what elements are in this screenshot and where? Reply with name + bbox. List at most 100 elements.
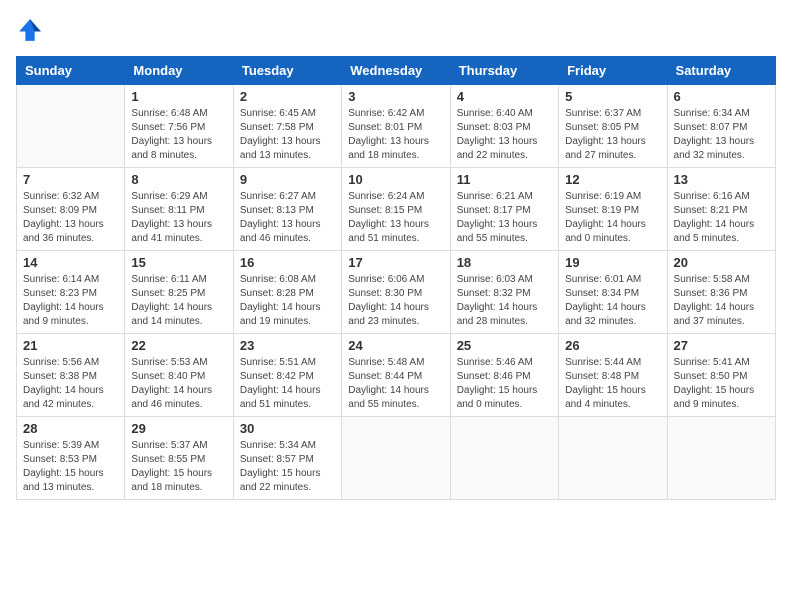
day-info: Sunrise: 6:14 AMSunset: 8:23 PMDaylight:… xyxy=(23,273,118,329)
day-info: Sunrise: 6:01 AMSunset: 8:34 PMDaylight:… xyxy=(565,273,660,329)
calendar-cell: 12Sunrise: 6:19 AMSunset: 8:19 PMDayligh… xyxy=(559,168,667,251)
calendar-table: SundayMondayTuesdayWednesdayThursdayFrid… xyxy=(16,56,776,500)
day-number: 2 xyxy=(240,89,335,104)
day-number: 11 xyxy=(457,172,552,187)
day-number: 19 xyxy=(565,255,660,270)
day-info: Sunrise: 5:56 AMSunset: 8:38 PMDaylight:… xyxy=(23,356,118,412)
day-info: Sunrise: 6:11 AMSunset: 8:25 PMDaylight:… xyxy=(131,273,226,329)
day-info: Sunrise: 5:48 AMSunset: 8:44 PMDaylight:… xyxy=(348,356,443,412)
calendar-cell: 5 Sunrise: 6:37 AMSunset: 8:05 PMDaylight… xyxy=(559,85,667,168)
day-number: 17 xyxy=(348,255,443,270)
day-info: Sunrise: 6:37 AMSunset: 8:05 PMDaylight:… xyxy=(565,107,660,163)
day-info: Sunrise: 6:21 AMSunset: 8:17 PMDaylight:… xyxy=(457,190,552,246)
calendar-cell: 11 Sunrise: 6:21 AMSunset: 8:17 PMDayligh… xyxy=(450,168,558,251)
day-info: Sunrise: 5:39 AMSunset: 8:53 PMDaylight:… xyxy=(23,439,118,495)
day-number: 4 xyxy=(457,89,552,104)
weekday-header: Tuesday xyxy=(233,57,341,85)
calendar-cell: 15 Sunrise: 6:11 AMSunset: 8:25 PMDayligh… xyxy=(125,251,233,334)
calendar-cell: 14 Sunrise: 6:14 AMSunset: 8:23 PMDayligh… xyxy=(17,251,125,334)
calendar-cell: 24 Sunrise: 5:48 AMSunset: 8:44 PMDayligh… xyxy=(342,334,450,417)
weekday-header: Wednesday xyxy=(342,57,450,85)
calendar-week-row: 21 Sunrise: 5:56 AMSunset: 8:38 PMDayligh… xyxy=(17,334,776,417)
day-info: Sunrise: 6:29 AMSunset: 8:11 PMDaylight:… xyxy=(131,190,226,246)
calendar-week-row: 1 Sunrise: 6:48 AMSunset: 7:56 PMDaylight… xyxy=(17,85,776,168)
calendar-cell xyxy=(17,85,125,168)
day-info: Sunrise: 6:34 AMSunset: 8:07 PMDaylight:… xyxy=(674,107,769,163)
day-info: Sunrise: 5:34 AMSunset: 8:57 PMDaylight:… xyxy=(240,439,335,495)
weekday-header: Friday xyxy=(559,57,667,85)
day-number: 9 xyxy=(240,172,335,187)
calendar-cell: 4 Sunrise: 6:40 AMSunset: 8:03 PMDaylight… xyxy=(450,85,558,168)
page-header xyxy=(16,16,776,44)
day-info: Sunrise: 6:42 AMSunset: 8:01 PMDaylight:… xyxy=(348,107,443,163)
day-info: Sunrise: 6:27 AMSunset: 8:13 PMDaylight:… xyxy=(240,190,335,246)
calendar-cell: 16Sunrise: 6:08 AMSunset: 8:28 PMDayligh… xyxy=(233,251,341,334)
day-number: 10 xyxy=(348,172,443,187)
calendar-cell: 2 Sunrise: 6:45 AMSunset: 7:58 PMDaylight… xyxy=(233,85,341,168)
calendar-cell: 8 Sunrise: 6:29 AMSunset: 8:11 PMDaylight… xyxy=(125,168,233,251)
day-info: Sunrise: 5:37 AMSunset: 8:55 PMDaylight:… xyxy=(131,439,226,495)
calendar-cell: 6 Sunrise: 6:34 AMSunset: 8:07 PMDaylight… xyxy=(667,85,775,168)
calendar-cell: 17 Sunrise: 6:06 AMSunset: 8:30 PMDayligh… xyxy=(342,251,450,334)
day-number: 27 xyxy=(674,338,769,353)
calendar-cell: 13 Sunrise: 6:16 AMSunset: 8:21 PMDayligh… xyxy=(667,168,775,251)
day-info: Sunrise: 6:48 AMSunset: 7:56 PMDaylight:… xyxy=(131,107,226,163)
calendar-cell: 25 Sunrise: 5:46 AMSunset: 8:46 PMDayligh… xyxy=(450,334,558,417)
logo-icon xyxy=(16,16,44,44)
calendar-cell xyxy=(667,417,775,500)
day-info: Sunrise: 6:40 AMSunset: 8:03 PMDaylight:… xyxy=(457,107,552,163)
calendar-cell: 10 Sunrise: 6:24 AMSunset: 8:15 PMDayligh… xyxy=(342,168,450,251)
calendar-cell: 27 Sunrise: 5:41 AMSunset: 8:50 PMDayligh… xyxy=(667,334,775,417)
day-number: 15 xyxy=(131,255,226,270)
day-number: 12 xyxy=(565,172,660,187)
calendar-cell: 18 Sunrise: 6:03 AMSunset: 8:32 PMDayligh… xyxy=(450,251,558,334)
day-number: 8 xyxy=(131,172,226,187)
day-number: 20 xyxy=(674,255,769,270)
calendar-cell: 26Sunrise: 5:44 AMSunset: 8:48 PMDayligh… xyxy=(559,334,667,417)
day-info: Sunrise: 5:46 AMSunset: 8:46 PMDaylight:… xyxy=(457,356,552,412)
day-number: 22 xyxy=(131,338,226,353)
day-info: Sunrise: 6:24 AMSunset: 8:15 PMDaylight:… xyxy=(348,190,443,246)
day-info: Sunrise: 5:44 AMSunset: 8:48 PMDaylight:… xyxy=(565,356,660,412)
day-number: 23 xyxy=(240,338,335,353)
day-number: 3 xyxy=(348,89,443,104)
day-number: 21 xyxy=(23,338,118,353)
calendar-cell: 22 Sunrise: 5:53 AMSunset: 8:40 PMDayligh… xyxy=(125,334,233,417)
calendar-cell xyxy=(450,417,558,500)
day-number: 1 xyxy=(131,89,226,104)
calendar-week-row: 7 Sunrise: 6:32 AMSunset: 8:09 PMDaylight… xyxy=(17,168,776,251)
day-info: Sunrise: 6:08 AMSunset: 8:28 PMDaylight:… xyxy=(240,273,335,329)
day-number: 5 xyxy=(565,89,660,104)
day-number: 14 xyxy=(23,255,118,270)
calendar-cell: 7 Sunrise: 6:32 AMSunset: 8:09 PMDaylight… xyxy=(17,168,125,251)
day-info: Sunrise: 6:16 AMSunset: 8:21 PMDaylight:… xyxy=(674,190,769,246)
day-number: 7 xyxy=(23,172,118,187)
calendar-cell: 3 Sunrise: 6:42 AMSunset: 8:01 PMDaylight… xyxy=(342,85,450,168)
day-info: Sunrise: 6:32 AMSunset: 8:09 PMDaylight:… xyxy=(23,190,118,246)
day-number: 6 xyxy=(674,89,769,104)
calendar-cell: 20 Sunrise: 5:58 AMSunset: 8:36 PMDayligh… xyxy=(667,251,775,334)
day-number: 24 xyxy=(348,338,443,353)
weekday-header: Saturday xyxy=(667,57,775,85)
calendar-cell: 30 Sunrise: 5:34 AMSunset: 8:57 PMDayligh… xyxy=(233,417,341,500)
day-number: 29 xyxy=(131,421,226,436)
calendar-cell: 29 Sunrise: 5:37 AMSunset: 8:55 PMDayligh… xyxy=(125,417,233,500)
calendar-header-row: SundayMondayTuesdayWednesdayThursdayFrid… xyxy=(17,57,776,85)
day-number: 25 xyxy=(457,338,552,353)
weekday-header: Thursday xyxy=(450,57,558,85)
calendar-cell: 28Sunrise: 5:39 AMSunset: 8:53 PMDayligh… xyxy=(17,417,125,500)
calendar-cell: 1 Sunrise: 6:48 AMSunset: 7:56 PMDaylight… xyxy=(125,85,233,168)
day-info: Sunrise: 5:41 AMSunset: 8:50 PMDaylight:… xyxy=(674,356,769,412)
day-info: Sunrise: 5:58 AMSunset: 8:36 PMDaylight:… xyxy=(674,273,769,329)
day-number: 18 xyxy=(457,255,552,270)
calendar-cell xyxy=(342,417,450,500)
day-number: 30 xyxy=(240,421,335,436)
day-info: Sunrise: 6:06 AMSunset: 8:30 PMDaylight:… xyxy=(348,273,443,329)
day-info: Sunrise: 6:45 AMSunset: 7:58 PMDaylight:… xyxy=(240,107,335,163)
calendar-week-row: 14 Sunrise: 6:14 AMSunset: 8:23 PMDayligh… xyxy=(17,251,776,334)
calendar-cell xyxy=(559,417,667,500)
day-info: Sunrise: 5:53 AMSunset: 8:40 PMDaylight:… xyxy=(131,356,226,412)
day-number: 13 xyxy=(674,172,769,187)
day-info: Sunrise: 6:03 AMSunset: 8:32 PMDaylight:… xyxy=(457,273,552,329)
logo xyxy=(16,16,48,44)
